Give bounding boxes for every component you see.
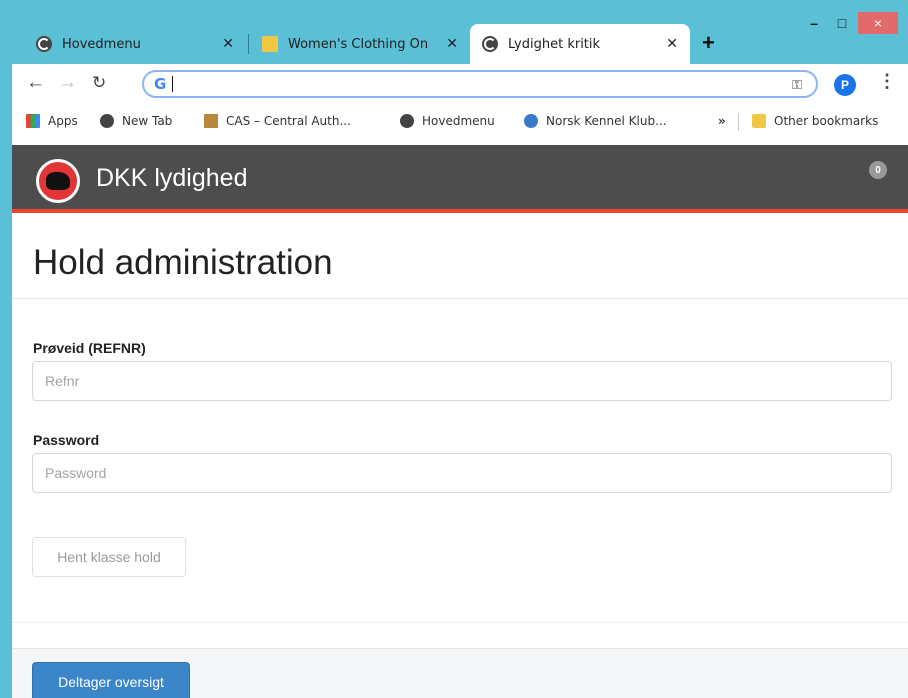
bookmark-label: New Tab bbox=[122, 114, 173, 128]
bookmark-new-tab[interactable]: New Tab bbox=[100, 114, 172, 128]
tab-womens-clothing[interactable]: Women's Clothing On ✕ bbox=[250, 24, 470, 64]
tab-label: Hovedmenu bbox=[62, 36, 141, 52]
text-cursor bbox=[172, 76, 174, 92]
tab-hovedmenu[interactable]: Hovedmenu ✕ bbox=[24, 24, 246, 64]
window-close-button[interactable]: × bbox=[858, 12, 898, 34]
bookmark-nkk[interactable]: Norsk Kennel Klub... bbox=[524, 114, 667, 128]
bookmarks-bar: Apps New Tab CAS – Central Auth... Hoved… bbox=[12, 104, 908, 140]
bookmark-label: CAS – Central Auth... bbox=[226, 114, 351, 128]
bookmark-hovedmenu[interactable]: Hovedmenu bbox=[400, 114, 495, 128]
minimize-button[interactable]: – bbox=[802, 12, 826, 34]
tab-lydighet-kritik[interactable]: Lydighet kritik ✕ bbox=[470, 24, 690, 64]
browser-window: Hovedmenu ✕ Women's Clothing On ✕ Lydigh… bbox=[12, 12, 908, 698]
bookmark-label: Apps bbox=[48, 114, 78, 128]
password-input[interactable] bbox=[32, 453, 892, 493]
reload-icon[interactable]: ↻ bbox=[92, 73, 106, 93]
close-icon[interactable]: ✕ bbox=[666, 36, 678, 52]
close-icon[interactable]: ✕ bbox=[222, 36, 234, 52]
password-label: Password bbox=[33, 432, 100, 448]
browser-toolbar: ← → ↻ G ⚿ P ⋮ bbox=[12, 64, 908, 104]
site-favicon-icon bbox=[262, 36, 278, 52]
back-arrow-icon[interactable]: ← bbox=[26, 72, 45, 94]
globe-icon bbox=[400, 114, 414, 128]
maximize-button[interactable]: □ bbox=[830, 12, 854, 34]
kebab-menu-icon[interactable]: ⋮ bbox=[878, 71, 896, 92]
dog-silhouette-icon bbox=[46, 172, 70, 190]
bookmarks-overflow-button[interactable]: » bbox=[718, 114, 726, 128]
profile-avatar[interactable]: P bbox=[834, 74, 856, 96]
refnr-input[interactable] bbox=[32, 361, 892, 401]
key-icon[interactable]: ⚿ bbox=[792, 77, 802, 93]
cas-icon bbox=[204, 114, 218, 128]
google-icon: G bbox=[154, 75, 167, 93]
dkk-logo-icon[interactable] bbox=[36, 159, 80, 203]
globe-icon bbox=[482, 36, 498, 52]
other-bookmarks[interactable]: Other bookmarks bbox=[752, 114, 878, 128]
forward-arrow-icon[interactable]: → bbox=[58, 72, 77, 94]
close-icon[interactable]: ✕ bbox=[446, 36, 458, 52]
tab-label: Lydighet kritik bbox=[508, 36, 601, 52]
tab-strip: Hovedmenu ✕ Women's Clothing On ✕ Lydigh… bbox=[12, 12, 908, 64]
other-bookmarks-label: Other bookmarks bbox=[774, 114, 879, 128]
app-navbar: DKK lydighed 0 bbox=[12, 145, 908, 213]
page-header: Hold administration bbox=[12, 217, 908, 299]
fetch-class-teams-button[interactable]: Hent klasse hold bbox=[32, 537, 186, 577]
bookmark-label: Norsk Kennel Klub... bbox=[546, 114, 667, 128]
web-page: DKK lydighed 0 Hold administration Prøve… bbox=[12, 145, 908, 698]
globe-icon bbox=[100, 114, 114, 128]
form-divider bbox=[12, 622, 908, 623]
globe-icon bbox=[36, 36, 52, 52]
tab-separator bbox=[248, 34, 249, 54]
app-brand-title[interactable]: DKK lydighed bbox=[96, 164, 247, 193]
bookmarks-divider bbox=[738, 113, 739, 131]
bookmark-apps[interactable]: Apps bbox=[26, 114, 78, 128]
tab-label: Women's Clothing On bbox=[288, 36, 429, 52]
bookmark-cas[interactable]: CAS – Central Auth... bbox=[204, 114, 351, 128]
notification-badge[interactable]: 0 bbox=[869, 161, 887, 179]
participant-overview-button[interactable]: Deltager oversigt bbox=[32, 662, 190, 698]
new-tab-button[interactable]: + bbox=[702, 30, 715, 56]
address-bar[interactable]: G ⚿ bbox=[142, 70, 818, 98]
folder-icon bbox=[752, 114, 766, 128]
bookmark-label: Hovedmenu bbox=[422, 114, 495, 128]
page-title: Hold administration bbox=[33, 243, 333, 282]
apps-grid-icon bbox=[26, 114, 40, 128]
nkk-icon bbox=[524, 114, 538, 128]
page-footer: Deltager oversigt bbox=[12, 648, 908, 698]
refnr-label: Prøveid (REFNR) bbox=[33, 340, 146, 356]
